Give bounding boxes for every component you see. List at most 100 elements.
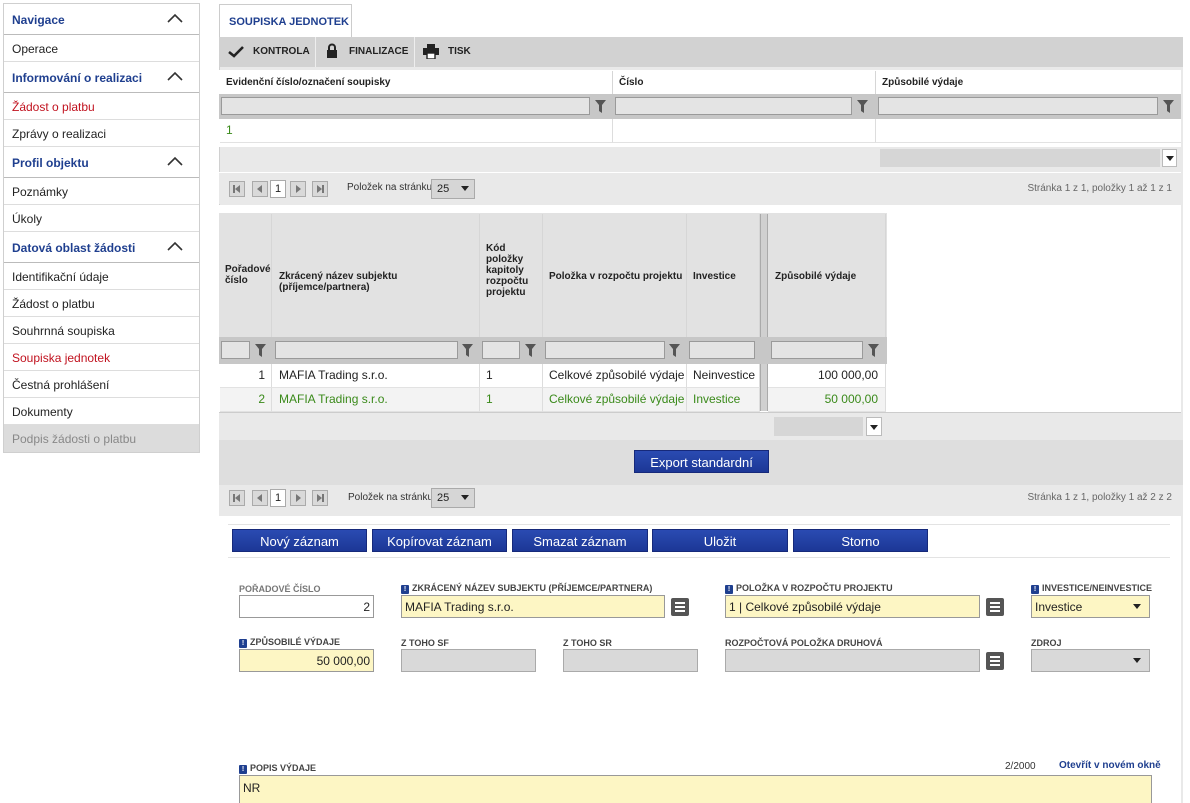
copy-record-button[interactable]: Kopírovat záznam xyxy=(372,529,507,552)
filter-input[interactable] xyxy=(689,341,755,359)
sidebar-section-navigace[interactable]: Navigace xyxy=(4,4,199,35)
chevron-up-icon[interactable] xyxy=(167,71,183,81)
col-header-evidencni[interactable]: Evidenční číslo/označení soupisky xyxy=(220,71,613,94)
list-picker-icon[interactable] xyxy=(986,598,1004,616)
col-header-zpusobile[interactable]: Způsobilé výdaje xyxy=(876,71,1181,94)
chevron-up-icon[interactable] xyxy=(167,241,183,251)
grid2-cell[interactable]: 1 xyxy=(480,388,543,412)
popis-textarea[interactable]: NR xyxy=(239,775,1152,803)
sum-dropdown[interactable] xyxy=(1162,149,1177,167)
grid2-cell[interactable]: MAFIA Trading s.r.o. xyxy=(272,388,480,412)
chevron-up-icon[interactable] xyxy=(167,13,183,23)
last-page-button[interactable] xyxy=(312,490,328,506)
polozka-input[interactable]: 1 | Celkové způsobilé výdaje xyxy=(725,595,980,618)
col-header-vydaje[interactable]: Způsobilé výdaje xyxy=(768,214,886,337)
required-icon: ! xyxy=(401,585,409,594)
filter-icon[interactable] xyxy=(595,100,606,113)
col-header-polozka[interactable]: Položka v rozpočtu projektu xyxy=(543,214,687,337)
sidebar-item-zadost-o-platbu-active[interactable]: Žádost o platbu xyxy=(4,93,199,120)
filter-icon[interactable] xyxy=(857,100,868,113)
sidebar-item-poznamky[interactable]: Poznámky xyxy=(4,178,199,205)
grid2-cell[interactable]: Celkové způsobilé výdaje xyxy=(543,364,687,388)
col-header-kod[interactable]: Kód položky kapitoly rozpočtu projektu xyxy=(480,214,543,337)
grid1-cell[interactable]: 1 xyxy=(220,119,613,143)
save-button[interactable]: Uložit xyxy=(652,529,788,552)
list-picker-icon[interactable] xyxy=(986,652,1004,670)
tab-soupiska-jednotek[interactable]: SOUPISKA JEDNOTEK xyxy=(219,4,352,37)
per-page-select[interactable]: 25 xyxy=(431,179,475,199)
list-picker-icon[interactable] xyxy=(671,598,689,616)
filter-icon[interactable] xyxy=(868,344,879,357)
filter-input[interactable] xyxy=(482,341,520,359)
open-new-window-link[interactable]: Otevřít v novém okně xyxy=(1059,760,1161,771)
first-page-button[interactable] xyxy=(229,181,245,197)
prev-page-button[interactable] xyxy=(252,490,268,506)
grid2-cell[interactable]: Investice xyxy=(687,388,760,412)
prev-page-button[interactable] xyxy=(252,181,268,197)
sidebar-section-informovani[interactable]: Informování o realizaci xyxy=(4,62,199,93)
filter-icon[interactable] xyxy=(255,344,266,357)
page-number[interactable]: 1 xyxy=(270,489,286,507)
page-number[interactable]: 1 xyxy=(270,180,286,198)
chevron-up-icon[interactable] xyxy=(167,156,183,166)
grid2-cell[interactable]: Neinvestice xyxy=(687,364,760,388)
filter-icon[interactable] xyxy=(1163,100,1174,113)
sidebar-section-profil[interactable]: Profil objektu xyxy=(4,147,199,178)
export-button[interactable]: Export standardní xyxy=(634,450,769,473)
delete-record-button[interactable]: Smazat záznam xyxy=(512,529,648,552)
new-record-button[interactable]: Nový záznam xyxy=(232,529,367,552)
tisk-label: TISK xyxy=(448,46,471,57)
col-header-cislo[interactable]: Číslo xyxy=(613,71,876,94)
filter-input[interactable] xyxy=(221,341,250,359)
sidebar-section-datova-oblast[interactable]: Datová oblast žádosti xyxy=(4,232,199,263)
sidebar-item-souhrnna[interactable]: Souhrnná soupiska xyxy=(4,317,199,344)
sidebar-item-dokumenty[interactable]: Dokumenty xyxy=(4,398,199,425)
tisk-button[interactable]: TISK xyxy=(415,37,485,67)
sidebar-item-zadost[interactable]: Žádost o platbu xyxy=(4,290,199,317)
grid2-cell[interactable]: 2 xyxy=(220,388,272,412)
zdroj-select[interactable] xyxy=(1031,649,1150,672)
filter-input[interactable] xyxy=(275,341,458,359)
grid1-cell[interactable] xyxy=(613,119,876,143)
required-icon: ! xyxy=(725,585,733,594)
sidebar-item-cestna[interactable]: Čestná prohlášení xyxy=(4,371,199,398)
cancel-button[interactable]: Storno xyxy=(793,529,928,552)
filter-icon[interactable] xyxy=(462,344,473,357)
filter-icon[interactable] xyxy=(525,344,536,357)
sidebar-item-zpravy[interactable]: Zprávy o realizaci xyxy=(4,120,199,147)
filter-input[interactable] xyxy=(545,341,665,359)
grid2-cell[interactable]: 1 xyxy=(220,364,272,388)
grid2-cell[interactable]: 100 000,00 xyxy=(768,364,886,388)
filter-input-evidencni[interactable] xyxy=(221,97,590,115)
sidebar-item-soupiska-jednotek-active[interactable]: Soupiska jednotek xyxy=(4,344,199,371)
grid2-cell[interactable]: 1 xyxy=(480,364,543,388)
frozen-divider[interactable] xyxy=(760,214,768,411)
filter-input-zpusobile[interactable] xyxy=(878,97,1158,115)
subjekt-input[interactable]: MAFIA Trading s.r.o. xyxy=(401,595,665,618)
col-header-poradove[interactable]: Pořadové číslo xyxy=(220,214,272,337)
sidebar-item-operace[interactable]: Operace xyxy=(4,35,199,62)
poradove-input[interactable]: 2 xyxy=(239,595,374,618)
filter-icon[interactable] xyxy=(669,344,680,357)
grid2-cell[interactable]: 50 000,00 xyxy=(768,388,886,412)
first-page-button[interactable] xyxy=(229,490,245,506)
col-header-subjekt[interactable]: Zkrácený název subjektu (příjemce/partne… xyxy=(272,214,480,337)
grid1-cell[interactable] xyxy=(876,119,1181,143)
sum-dropdown[interactable] xyxy=(866,417,882,436)
sidebar-item-identifikacni[interactable]: Identifikační údaje xyxy=(4,263,199,290)
next-page-button[interactable] xyxy=(290,181,306,197)
kontrola-button[interactable]: KONTROLA xyxy=(219,37,315,67)
investice-select[interactable]: Investice xyxy=(1031,595,1150,618)
filter-input-cislo[interactable] xyxy=(615,97,852,115)
sidebar-item-ukoly[interactable]: Úkoly xyxy=(4,205,199,232)
popis-counter: 2/2000 xyxy=(1005,761,1036,772)
grid2-cell[interactable]: MAFIA Trading s.r.o. xyxy=(272,364,480,388)
grid2-cell[interactable]: Celkové způsobilé výdaje xyxy=(543,388,687,412)
vydaje-input[interactable]: 50 000,00 xyxy=(239,649,374,672)
col-header-investice[interactable]: Investice xyxy=(687,214,760,337)
last-page-button[interactable] xyxy=(312,181,328,197)
per-page-select[interactable]: 25 xyxy=(431,488,475,508)
finalizace-button[interactable]: FINALIZACE xyxy=(316,37,414,67)
next-page-button[interactable] xyxy=(290,490,306,506)
filter-input[interactable] xyxy=(771,341,863,359)
